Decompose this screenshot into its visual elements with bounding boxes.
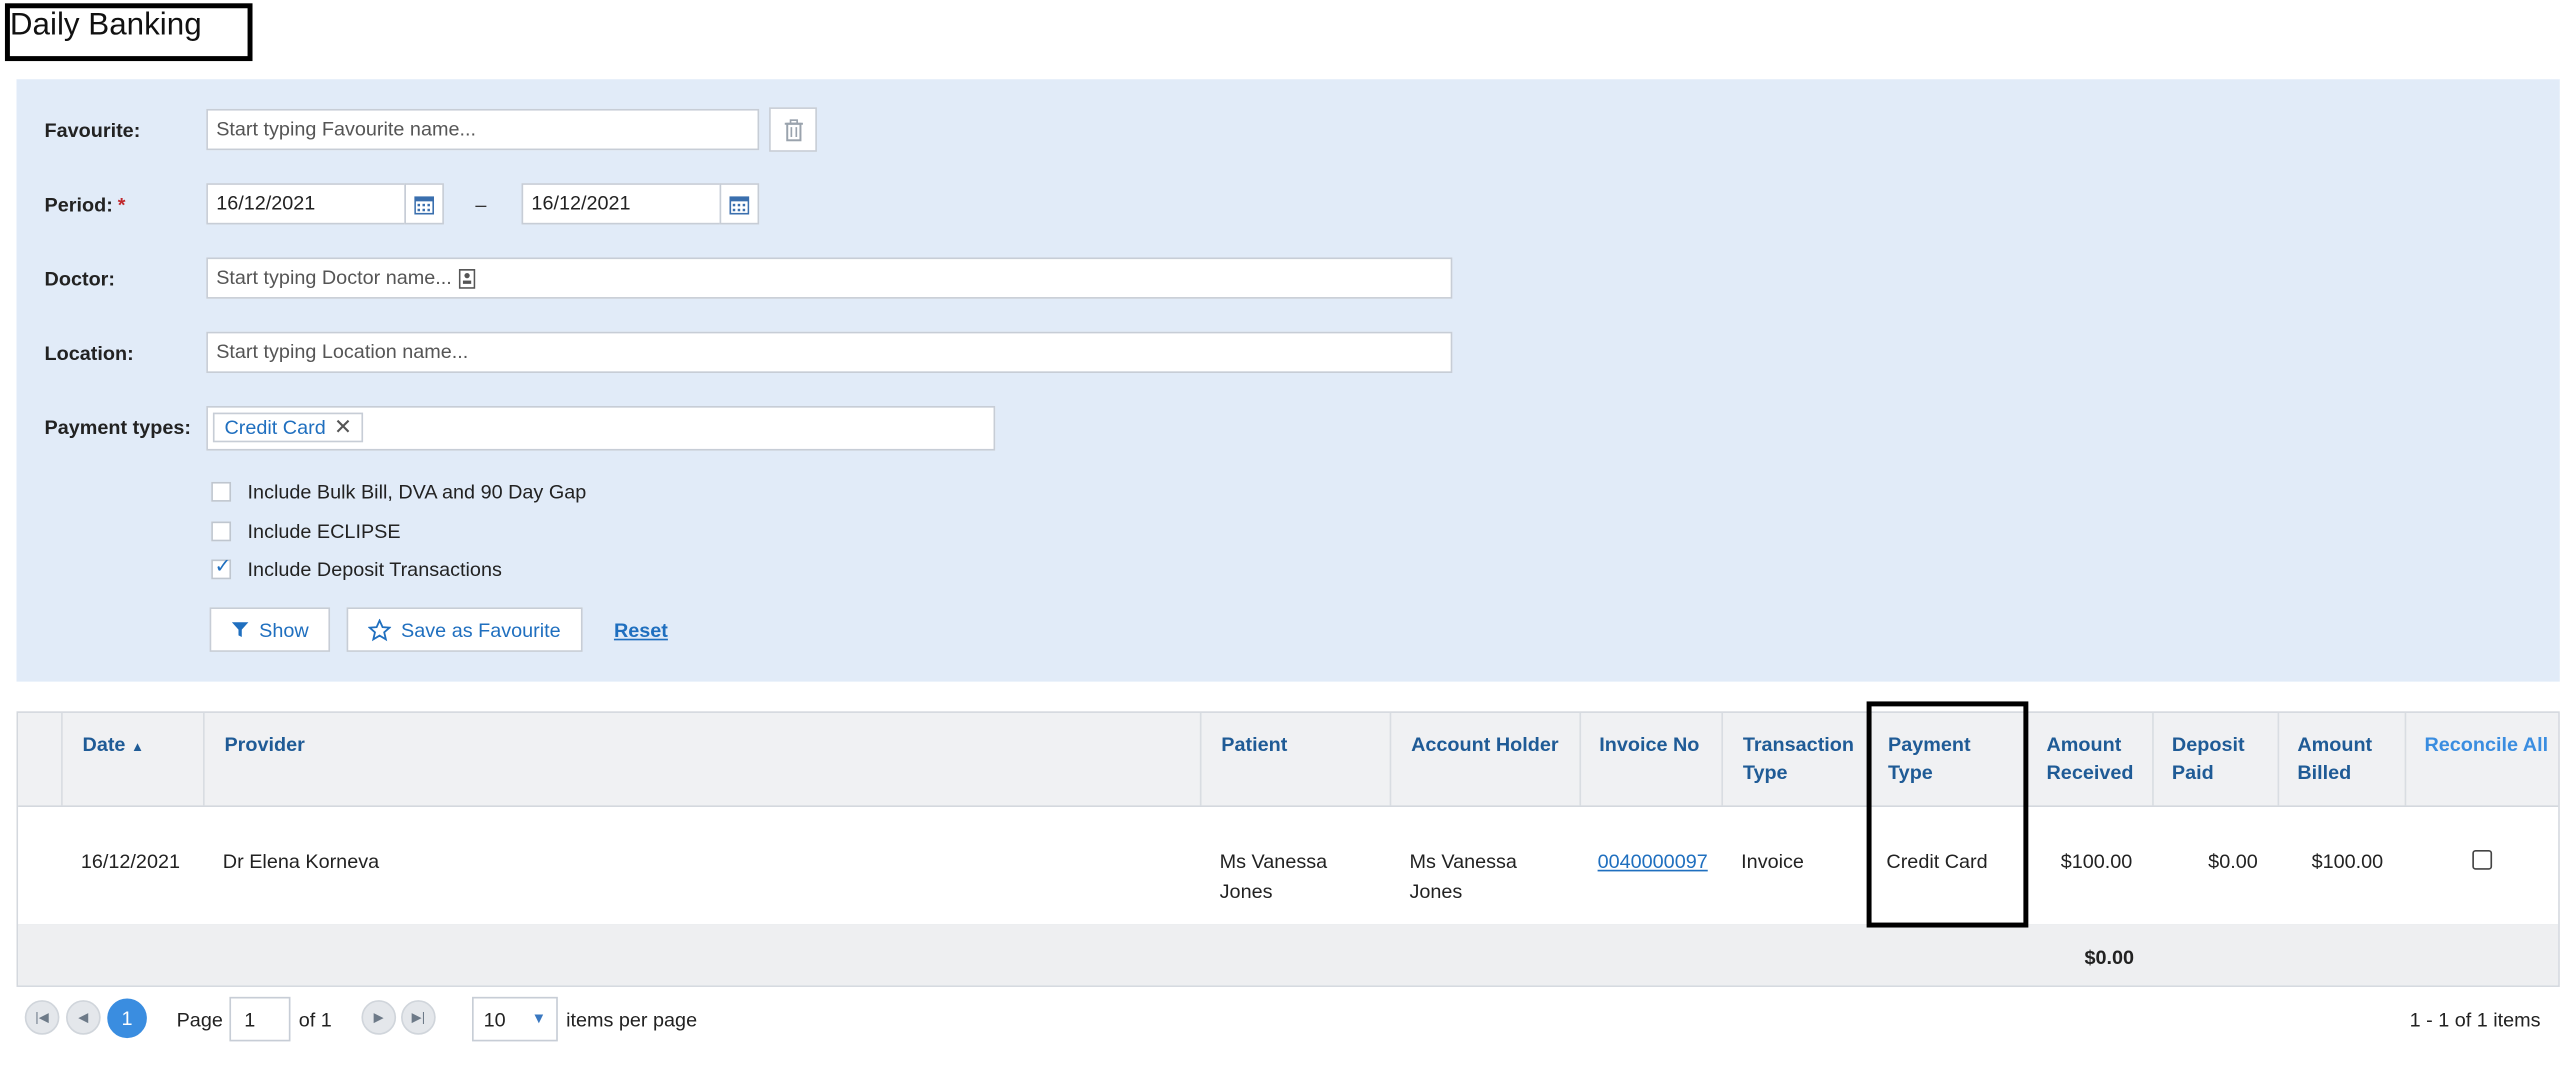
page-label: Page [176,1008,223,1032]
column-header-deposit-paid[interactable]: Deposit Paid [2172,731,2255,787]
calendar-icon [414,195,435,214]
cell-deposit-paid: $0.00 [2208,849,2258,874]
table-row[interactable]: 16/12/2021 Dr Elena Korneva Ms Vanessa J… [18,807,2559,926]
doctor-input[interactable]: Start typing Doctor name... [206,257,1453,299]
pager-summary: 1 - 1 of 1 items [2409,1008,2541,1032]
items-per-page-label: items per page [566,1008,698,1032]
include-bulk-bill-label: Include Bulk Bill, DVA and 90 Day Gap [247,480,587,504]
reset-link[interactable]: Reset [614,619,668,642]
cell-patient: Ms Vanessa Jones [1219,849,1328,903]
amount-received-total: $0.00 [2084,945,2135,969]
app-root: Daily Banking Favourite: Start typing Fa… [0,0,2568,1069]
column-header-amount-billed[interactable]: Amount Billed [2297,731,2380,787]
filter-panel: Favourite: Start typing Favourite name..… [16,79,2560,682]
calendar-icon [729,195,750,214]
cell-account-holder: Ms Vanessa Jones [1409,849,1517,903]
period-label: Period: * [45,193,126,216]
column-divider [2152,712,2154,806]
chip-label: Credit Card [224,415,326,440]
last-page-button[interactable]: ▶| [401,1000,436,1035]
location-input[interactable]: Start typing Location name... [206,331,1453,373]
previous-page-icon: ◀ [78,1010,89,1025]
include-eclipse-label: Include ECLIPSE [247,519,401,543]
column-divider [202,712,205,806]
cell-transaction-type: Invoice [1741,849,1804,874]
period-to-calendar-button[interactable] [719,183,760,225]
star-icon [368,618,392,641]
first-page-button[interactable]: |◀ [24,1000,60,1035]
payment-type-chip: Credit Card ✕ [212,412,364,443]
first-page-icon: |◀ [35,1010,49,1025]
cell-amount-received: $100.00 [2060,849,2133,874]
column-divider [2277,712,2280,806]
column-divider [61,712,63,806]
column-divider [1199,712,1202,806]
cell-provider: Dr Elena Korneva [222,849,380,874]
include-bulk-bill-checkbox[interactable] [211,481,232,502]
page-number-input[interactable]: 1 [229,996,291,1042]
include-deposit-label: Include Deposit Transactions [247,557,502,581]
include-eclipse-checkbox[interactable] [211,521,232,542]
required-marker: * [117,193,126,217]
items-per-page-value: 10 [483,1008,506,1032]
current-page-button[interactable]: 1 [107,998,147,1039]
reconcile-checkbox[interactable] [2472,849,2493,870]
cell-amount-billed: $100.00 [2311,849,2384,874]
period-to-input[interactable]: 16/12/2021 [521,183,722,225]
period-label-text: Period: [44,193,113,217]
next-page-button[interactable]: ▶ [361,1000,397,1035]
payment-types-label: Payment types: [44,415,191,440]
location-label: Location: [44,341,134,365]
favourite-input[interactable]: Start typing Favourite name... [206,108,760,151]
results-grid: Date ▲ Provider Patient Account Holder I… [16,711,2560,987]
cell-date: 16/12/2021 [80,849,180,874]
save-favourite-button[interactable]: Save as Favourite [346,607,583,652]
trash-icon [783,118,803,141]
last-page-icon: ▶| [411,1010,426,1025]
next-page-icon: ▶ [373,1010,384,1025]
grid-header: Date ▲ Provider Patient Account Holder I… [18,712,2559,808]
page-title: Daily Banking [9,8,202,43]
column-header-transaction-type[interactable]: Transaction Type [1743,731,1859,787]
column-header-date-label: Date [82,732,126,756]
payment-types-input[interactable]: Credit Card ✕ [206,405,996,451]
dropdown-arrow-icon: ▼ [531,1010,547,1027]
period-from-calendar-button[interactable] [404,183,444,225]
column-divider [1389,712,1392,806]
show-button-label: Show [259,618,309,642]
page-of-label: of 1 [298,1008,332,1032]
payment-type-highlight-frame [1866,701,2029,928]
checkmark-icon: ✓ [214,554,232,578]
period-separator: – [475,193,487,217]
column-divider [1721,712,1724,806]
period-from-input[interactable]: 16/12/2021 [206,183,406,225]
sort-ascending-icon: ▲ [130,739,145,755]
column-divider [2404,712,2407,806]
delete-favourite-button[interactable] [769,107,817,152]
contact-card-icon [458,268,475,288]
doctor-label: Doctor: [44,267,115,291]
previous-page-button[interactable]: ◀ [66,1000,101,1035]
column-header-amount-received[interactable]: Amount Received [2046,731,2148,787]
remove-chip-icon[interactable]: ✕ [334,414,352,440]
column-header-invoice-no[interactable]: Invoice No [1599,731,1699,759]
show-button[interactable]: Show [209,607,331,652]
invoice-link[interactable]: 0040000097 [1598,847,1708,877]
grid-footer: $0.00 [18,924,2559,986]
column-divider [1579,712,1582,806]
favourite-label: Favourite: [44,118,141,142]
save-favourite-label: Save as Favourite [401,618,561,642]
reconcile-all-link[interactable]: Reconcile All [2424,731,2548,759]
column-header-patient[interactable]: Patient [1221,731,1287,759]
column-header-date[interactable]: Date ▲ [83,731,145,761]
items-per-page-select[interactable]: 10 ▼ [472,996,558,1042]
pager: |◀ ◀ 1 Page 1 of 1 ▶ ▶| 10 ▼ items per p… [0,995,2568,1045]
doctor-input-placeholder: Start typing Doctor name... [216,265,452,289]
column-header-provider[interactable]: Provider [224,731,304,759]
include-deposit-checkbox[interactable]: ✓ [211,555,231,580]
column-header-account-holder[interactable]: Account Holder [1411,731,1558,759]
filter-icon [231,622,249,638]
